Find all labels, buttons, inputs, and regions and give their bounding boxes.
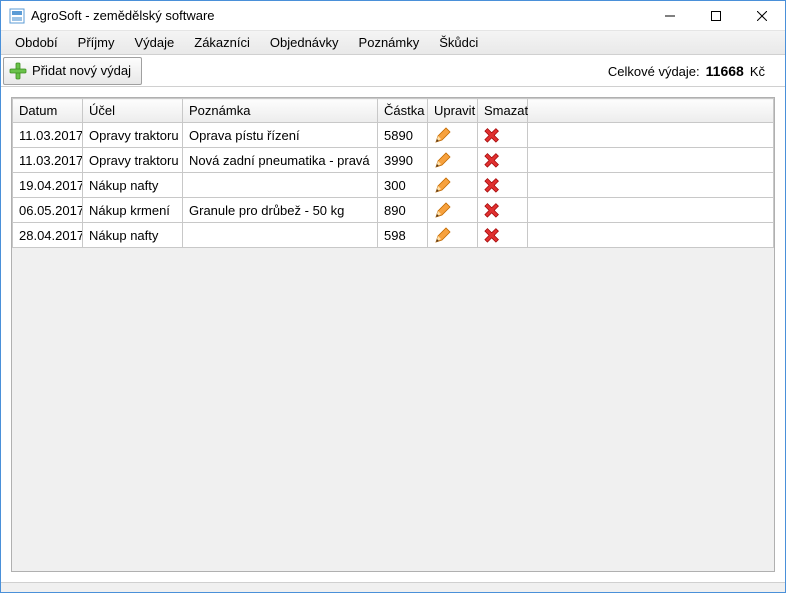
maximize-button[interactable] [693, 1, 739, 31]
cell-date: 19.04.2017 [13, 173, 83, 198]
total-expenses: Celkové výdaje: 11668 Kč [608, 63, 785, 79]
cell-amount: 598 [378, 223, 428, 248]
cell-note [183, 223, 378, 248]
delete-button[interactable] [478, 223, 528, 248]
app-window: AgroSoft - zemědělský software Období Př… [0, 0, 786, 593]
cell-amount: 5890 [378, 123, 428, 148]
cell-note: Nová zadní pneumatika - pravá [183, 148, 378, 173]
cell-rest [528, 123, 774, 148]
delete-icon [484, 201, 521, 219]
cell-rest [528, 198, 774, 223]
menubar: Období Příjmy Výdaje Zákazníci Objednávk… [1, 31, 785, 55]
expenses-table: Datum Účel Poznámka Částka Upravit Smaza… [12, 98, 774, 248]
col-header-date[interactable]: Datum [13, 99, 83, 123]
close-button[interactable] [739, 1, 785, 31]
cell-rest [528, 148, 774, 173]
titlebar: AgroSoft - zemědělský software [1, 1, 785, 31]
table-row[interactable]: 06.05.2017Nákup krmeníGranule pro drůbež… [13, 198, 774, 223]
minimize-button[interactable] [647, 1, 693, 31]
delete-button[interactable] [478, 148, 528, 173]
menu-objednavky[interactable]: Objednávky [260, 32, 349, 53]
table-row[interactable]: 19.04.2017Nákup nafty 300 [13, 173, 774, 198]
delete-icon [484, 126, 521, 144]
edit-button[interactable] [428, 223, 478, 248]
app-icon [9, 8, 25, 24]
cell-note: Oprava pístu řízení [183, 123, 378, 148]
cell-rest [528, 223, 774, 248]
add-expense-button[interactable]: Přidat nový výdaj [3, 57, 142, 85]
cell-date: 11.03.2017 [13, 123, 83, 148]
menu-zakaznici[interactable]: Zákazníci [184, 32, 260, 53]
table-row[interactable]: 11.03.2017Opravy traktoruNová zadní pneu… [13, 148, 774, 173]
cell-rest [528, 173, 774, 198]
total-label: Celkové výdaje: [608, 64, 700, 79]
pencil-icon [434, 201, 471, 219]
cell-purpose: Opravy traktoru [83, 123, 183, 148]
edit-button[interactable] [428, 123, 478, 148]
pencil-icon [434, 176, 471, 194]
table-header-row: Datum Účel Poznámka Částka Upravit Smaza… [13, 99, 774, 123]
delete-button[interactable] [478, 173, 528, 198]
cell-note [183, 173, 378, 198]
toolbar: Přidat nový výdaj Celkové výdaje: 11668 … [1, 55, 785, 87]
menu-poznamky[interactable]: Poznámky [349, 32, 430, 53]
cell-amount: 300 [378, 173, 428, 198]
menu-skudci[interactable]: Škůdci [429, 32, 488, 53]
delete-button[interactable] [478, 123, 528, 148]
edit-button[interactable] [428, 173, 478, 198]
col-header-delete[interactable]: Smazat [478, 99, 528, 123]
cell-purpose: Opravy traktoru [83, 148, 183, 173]
add-expense-label: Přidat nový výdaj [32, 63, 131, 78]
col-header-rest [528, 99, 774, 123]
delete-icon [484, 176, 521, 194]
window-title: AgroSoft - zemědělský software [31, 8, 215, 23]
pencil-icon [434, 126, 471, 144]
pencil-icon [434, 151, 471, 169]
table-row[interactable]: 28.04.2017Nákup nafty 598 [13, 223, 774, 248]
cell-amount: 3990 [378, 148, 428, 173]
statusbar [1, 582, 785, 592]
expenses-grid: Datum Účel Poznámka Částka Upravit Smaza… [11, 97, 775, 572]
edit-button[interactable] [428, 198, 478, 223]
cell-note: Granule pro drůbež - 50 kg [183, 198, 378, 223]
cell-amount: 890 [378, 198, 428, 223]
cell-purpose: Nákup nafty [83, 173, 183, 198]
plus-icon [8, 61, 28, 81]
delete-button[interactable] [478, 198, 528, 223]
content-area: Datum Účel Poznámka Částka Upravit Smaza… [1, 87, 785, 582]
delete-icon [484, 226, 521, 244]
total-value: 11668 [706, 63, 744, 79]
cell-purpose: Nákup krmení [83, 198, 183, 223]
cell-purpose: Nákup nafty [83, 223, 183, 248]
grid-empty-area [12, 248, 774, 568]
table-row[interactable]: 11.03.2017Opravy traktoruOprava pístu ří… [13, 123, 774, 148]
delete-icon [484, 151, 521, 169]
col-header-amount[interactable]: Částka [378, 99, 428, 123]
menu-vydaje[interactable]: Výdaje [125, 32, 185, 53]
menu-prijmy[interactable]: Příjmy [68, 32, 125, 53]
total-currency: Kč [750, 64, 765, 79]
col-header-note[interactable]: Poznámka [183, 99, 378, 123]
col-header-purpose[interactable]: Účel [83, 99, 183, 123]
menu-obdobi[interactable]: Období [5, 32, 68, 53]
edit-button[interactable] [428, 148, 478, 173]
pencil-icon [434, 226, 471, 244]
cell-date: 28.04.2017 [13, 223, 83, 248]
cell-date: 11.03.2017 [13, 148, 83, 173]
col-header-edit[interactable]: Upravit [428, 99, 478, 123]
cell-date: 06.05.2017 [13, 198, 83, 223]
